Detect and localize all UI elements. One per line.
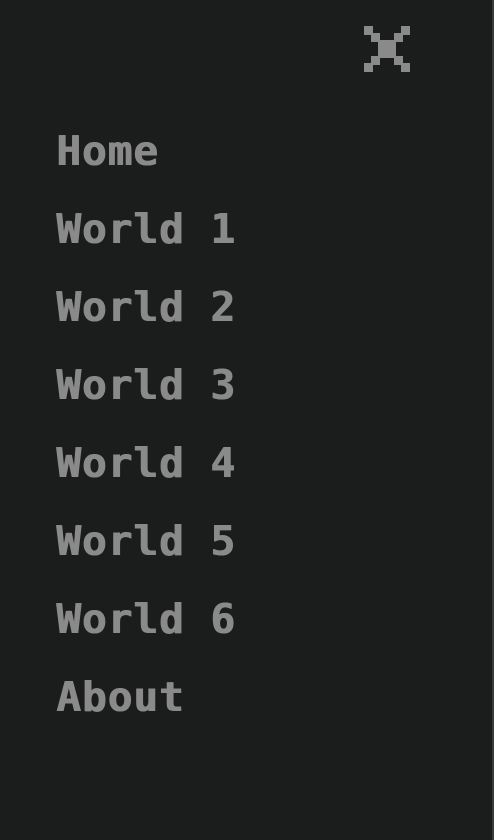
menu-item-about[interactable]: About bbox=[56, 668, 236, 746]
menu-item-world-2[interactable]: World 2 bbox=[56, 278, 236, 356]
menu-item-label: World 3 bbox=[56, 361, 236, 409]
nav-drawer: Home World 1 World 2 World 3 World 4 Wor… bbox=[0, 0, 494, 840]
menu-item-world-3[interactable]: World 3 bbox=[56, 356, 236, 434]
menu-item-label: About bbox=[56, 673, 185, 721]
nav-menu: Home World 1 World 2 World 3 World 4 Wor… bbox=[56, 122, 236, 746]
menu-item-label: World 4 bbox=[56, 439, 236, 487]
menu-item-world-6[interactable]: World 6 bbox=[56, 590, 236, 668]
menu-item-home[interactable]: Home bbox=[56, 122, 236, 200]
menu-item-world-4[interactable]: World 4 bbox=[56, 434, 236, 512]
menu-item-world-1[interactable]: World 1 bbox=[56, 200, 236, 278]
menu-item-label: World 5 bbox=[56, 517, 236, 565]
close-button[interactable] bbox=[358, 20, 416, 78]
menu-item-world-5[interactable]: World 5 bbox=[56, 512, 236, 590]
close-icon bbox=[364, 26, 410, 72]
menu-item-label: World 6 bbox=[56, 595, 236, 643]
menu-item-label: Home bbox=[56, 127, 159, 175]
menu-item-label: World 2 bbox=[56, 283, 236, 331]
menu-item-label: World 1 bbox=[56, 205, 236, 253]
